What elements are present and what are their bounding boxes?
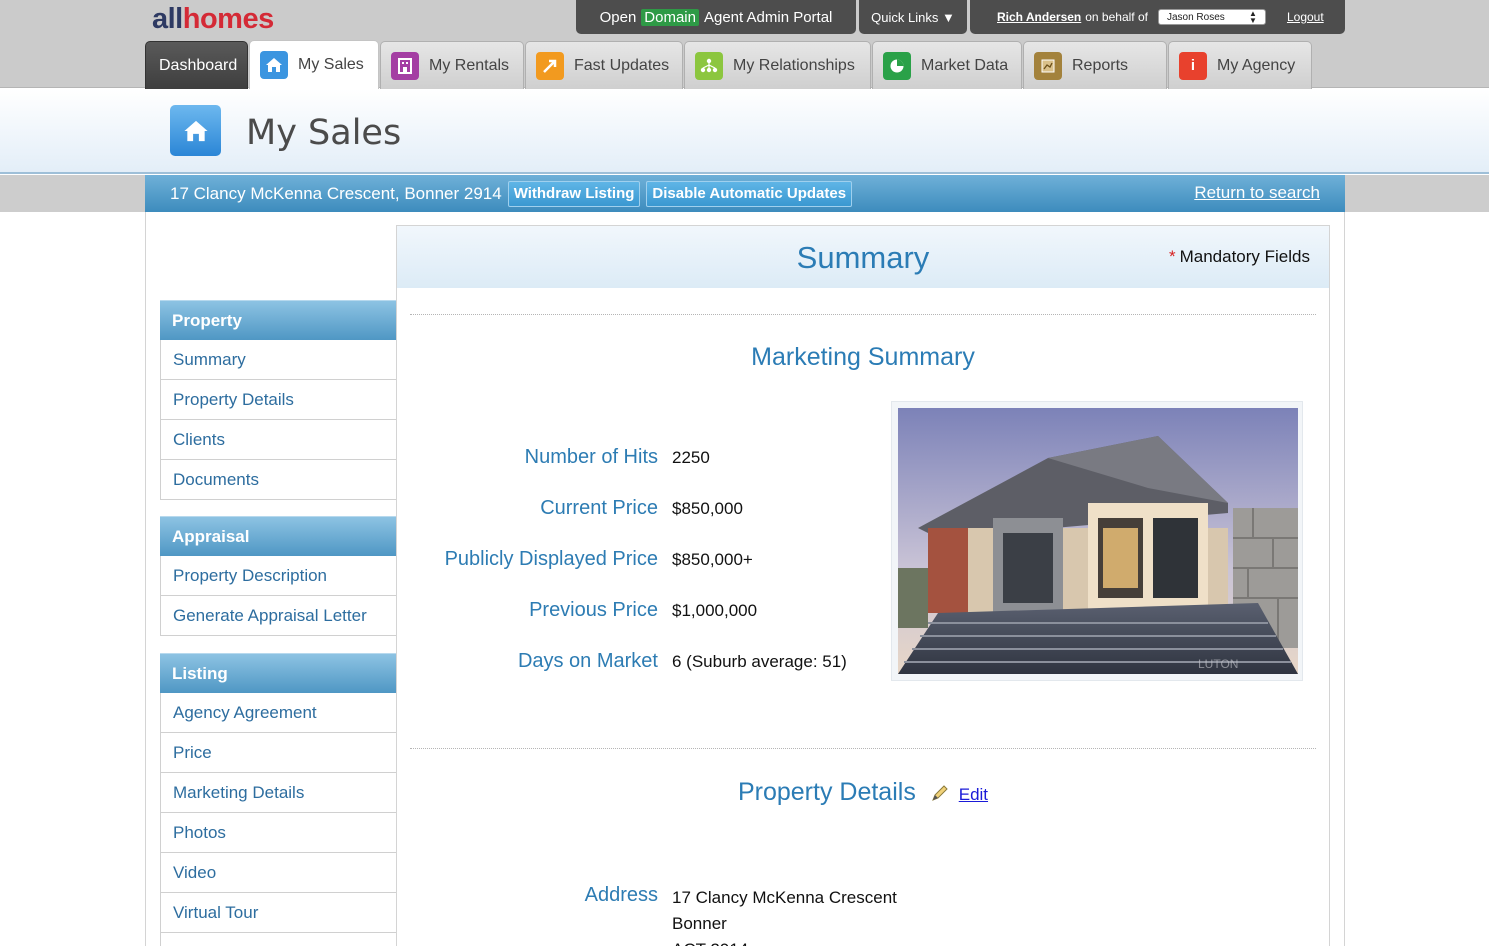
field-label: Number of Hits	[524, 446, 658, 468]
domain-badge: Domain	[641, 8, 699, 26]
logout-link[interactable]: Logout	[1287, 10, 1324, 24]
quick-links-menu[interactable]: Quick Links ▼	[859, 0, 967, 34]
select-arrows-icon: ▲ ▼	[1249, 9, 1257, 25]
edit-property-details-link[interactable]: Edit	[959, 785, 988, 804]
sidebar-item-price[interactable]: Price	[160, 733, 397, 773]
required-star: *	[1168, 247, 1176, 266]
network-icon	[695, 51, 723, 80]
panel-header: Summary * Mandatory Fields	[397, 226, 1329, 288]
sidebar-group-property: Property Summary Property Details Client…	[160, 300, 397, 500]
pencil-icon[interactable]	[930, 783, 950, 808]
tab-reports[interactable]: Reports	[1023, 41, 1167, 89]
sidebar-header-appraisal[interactable]: Appraisal	[160, 516, 397, 556]
sidebar-item-marketing-flyer[interactable]: Marketing Fla...	[160, 933, 397, 946]
property-details-header: Property Details Edit	[397, 778, 1329, 808]
divider	[410, 314, 1316, 315]
field-number-of-hits: Number of Hits 2250	[397, 446, 877, 472]
sidebar-header-listing[interactable]: Listing	[160, 653, 397, 693]
sidebar-item-photos[interactable]: Photos	[160, 813, 397, 853]
field-label: Publicly Displayed Price	[444, 548, 658, 570]
sidebar-item-agency-agreement[interactable]: Agency Agreement	[160, 693, 397, 733]
page-title: My Sales	[246, 113, 402, 153]
user-bar: Rich Andersen on behalf of Jason Roses ▲…	[970, 0, 1345, 34]
sidebar-item-summary[interactable]: Summary	[160, 340, 397, 380]
user-name-link[interactable]: Rich Andersen	[997, 10, 1081, 24]
top-header: allhomes Open Domain Agent Admin Portal …	[0, 0, 1489, 89]
withdraw-listing-button[interactable]: Withdraw Listing	[507, 180, 641, 207]
sidebar-header-property[interactable]: Property	[160, 300, 397, 340]
summary-panel: Summary * Mandatory Fields Marketing Summ…	[396, 225, 1330, 946]
tab-my-rentals[interactable]: My Rentals	[380, 41, 524, 89]
field-value: 2250	[672, 448, 710, 467]
sidebar-group-appraisal: Appraisal Property Description Generate …	[160, 516, 397, 636]
listing-address-bar: 17 Clancy McKenna Crescent, Bonner 2914 …	[145, 175, 1345, 212]
pie-chart-icon	[883, 51, 911, 80]
tab-dashboard[interactable]: Dashboard	[145, 41, 248, 89]
sidebar-group-listing: Listing Agency Agreement Price Marketing…	[160, 653, 397, 946]
field-value: 6 (Suburb average: 51)	[672, 652, 847, 671]
marketing-summary-title: Marketing Summary	[751, 343, 975, 371]
listing-address: 17 Clancy McKenna Crescent, Bonner 2914	[170, 183, 502, 203]
utility-bar: Open Domain Agent Admin Portal Quick Lin…	[576, 0, 1345, 34]
field-publicly-displayed-price: Publicly Displayed Price $850,000+	[397, 548, 877, 574]
return-to-search-link[interactable]: Return to search	[1194, 183, 1320, 203]
building-icon	[391, 51, 419, 80]
tab-my-relationships[interactable]: My Relationships	[684, 41, 871, 89]
field-label: Address	[584, 884, 658, 906]
field-previous-price: Previous Price $1,000,000	[397, 599, 877, 625]
agent-select[interactable]: Jason Roses ▲ ▼	[1157, 9, 1266, 25]
house-icon	[170, 105, 221, 156]
tab-my-sales[interactable]: My Sales	[249, 40, 379, 89]
house-icon	[260, 51, 288, 79]
property-photo[interactable]: LUTON	[891, 401, 1303, 681]
sidebar-item-property-details[interactable]: Property Details	[160, 380, 397, 420]
svg-text:LUTON: LUTON	[1198, 657, 1238, 671]
divider	[410, 748, 1316, 749]
house-photo-image: LUTON	[898, 408, 1298, 674]
tab-market-data[interactable]: Market Data	[872, 41, 1022, 89]
property-details-title: Property Details	[737, 778, 916, 806]
tab-my-agency[interactable]: i My Agency	[1168, 41, 1312, 89]
disable-automatic-updates-button[interactable]: Disable Automatic Updates	[646, 180, 853, 207]
field-label: Previous Price	[529, 599, 658, 621]
page-header: My Sales	[0, 89, 1489, 174]
address-value: 17 Clancy McKenna Crescent Bonner ACT 29…	[672, 888, 897, 946]
main-nav-tabs: Dashboard My Sales My Rentals Fast Updat…	[145, 40, 1313, 89]
field-days-on-market: Days on Market 6 (Suburb average: 51)	[397, 650, 877, 676]
behalf-text: on behalf of	[1085, 10, 1148, 24]
field-value: $850,000+	[672, 550, 753, 569]
sidebar-item-marketing-details[interactable]: Marketing Details	[160, 773, 397, 813]
report-icon	[1034, 51, 1062, 80]
sidebar-item-video[interactable]: Video	[160, 853, 397, 893]
open-domain-portal-button[interactable]: Open Domain Agent Admin Portal	[576, 0, 856, 34]
sidebar-item-generate-appraisal-letter[interactable]: Generate Appraisal Letter	[160, 596, 397, 636]
mandatory-fields-note: * Mandatory Fields	[1168, 247, 1310, 266]
sidebar-item-clients[interactable]: Clients	[160, 420, 397, 460]
sidebar-item-property-description[interactable]: Property Description	[160, 556, 397, 596]
field-value: $850,000	[672, 499, 743, 518]
field-label: Current Price	[540, 497, 658, 519]
allhomes-logo[interactable]: allhomes	[152, 3, 274, 36]
arrow-icon	[536, 51, 564, 80]
sidebar-item-virtual-tour[interactable]: Virtual Tour	[160, 893, 397, 933]
field-value: $1,000,000	[672, 601, 758, 620]
tab-fast-updates[interactable]: Fast Updates	[525, 41, 683, 89]
field-current-price: Current Price $850,000	[397, 497, 877, 523]
info-icon: i	[1179, 51, 1207, 80]
field-label: Days on Market	[517, 650, 658, 672]
sidebar-item-documents[interactable]: Documents	[160, 460, 397, 500]
